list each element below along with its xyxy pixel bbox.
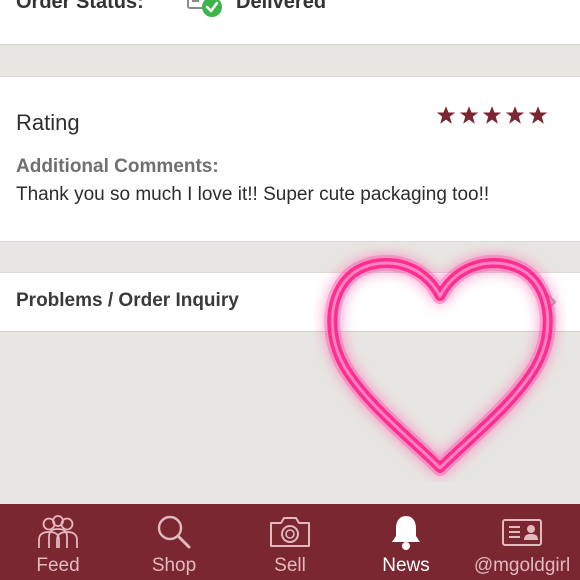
profile-card-icon xyxy=(496,512,548,552)
chevron-right-icon xyxy=(545,292,557,312)
rating-card: Rating Additional Comments: Thank you so… xyxy=(0,76,580,242)
tab-sell-label: Sell xyxy=(274,555,306,576)
star-icon xyxy=(528,106,548,124)
star-rating xyxy=(436,105,548,125)
star-icon xyxy=(505,106,525,124)
tab-profile-label: @mgoldgirl xyxy=(473,555,571,576)
tab-news-label: News xyxy=(382,555,430,576)
order-status-label: Order Status: xyxy=(16,0,144,13)
camera-icon xyxy=(264,512,316,552)
tab-profile[interactable]: @mgoldgirl xyxy=(464,504,580,580)
search-icon xyxy=(148,512,200,552)
tab-sell[interactable]: Sell xyxy=(232,504,348,580)
star-icon xyxy=(459,106,479,124)
tab-feed-label: Feed xyxy=(36,555,80,576)
delivered-check-icon xyxy=(187,0,222,17)
order-inquiry-label: Problems / Order Inquiry xyxy=(16,290,239,311)
tab-shop-label: Shop xyxy=(151,555,197,576)
tab-feed[interactable]: Feed xyxy=(0,504,116,580)
tab-news[interactable]: News xyxy=(348,504,464,580)
tab-shop[interactable]: Shop xyxy=(116,504,232,580)
order-status-card: Order Status: Delivered xyxy=(0,0,580,45)
order-inquiry-row[interactable]: Problems / Order Inquiry xyxy=(0,272,580,332)
star-icon xyxy=(482,106,502,124)
order-status-value: Delivered xyxy=(236,0,327,13)
bell-icon xyxy=(380,512,432,552)
rating-label: Rating xyxy=(16,110,80,135)
additional-comments-text: Thank you so much I love it!! Super cute… xyxy=(16,184,490,205)
star-icon xyxy=(436,106,456,124)
people-icon xyxy=(32,512,84,552)
bottom-tab-bar: Feed Shop Sell News @mgoldgirl xyxy=(0,504,580,580)
app-screen: Order Status: Delivered Rating Additiona… xyxy=(0,0,580,580)
additional-comments-label: Additional Comments: xyxy=(16,156,219,177)
